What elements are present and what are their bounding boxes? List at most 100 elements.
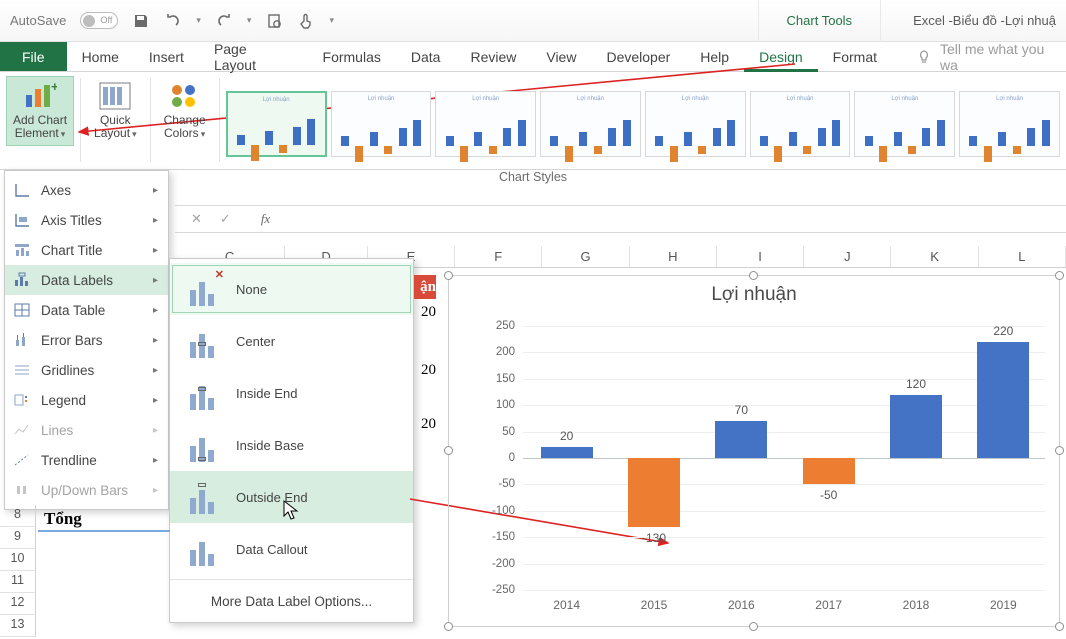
data-label-2016[interactable]: 70 <box>711 403 771 417</box>
data-label-2015[interactable]: -130 <box>624 531 684 545</box>
menu-chart-title[interactable]: Chart Title▸ <box>5 235 168 265</box>
data-labels-submenu: ✕ None Center Inside End Inside Base Out… <box>169 258 414 623</box>
data-labels-none[interactable]: ✕ None <box>170 263 413 315</box>
document-title: Excel -Biểu đồ -Lợi nhuậ <box>895 13 1056 28</box>
enter-icon[interactable]: ✓ <box>220 211 231 227</box>
bar-2015[interactable] <box>628 458 680 527</box>
chart-style-1[interactable]: Lợi nhuận <box>226 91 327 157</box>
autosave-label: AutoSave <box>10 13 66 28</box>
data-labels-outside-end[interactable]: Outside End <box>170 471 413 523</box>
row-headers: 8910 111213 <box>0 505 36 637</box>
bar-2016[interactable] <box>715 421 767 458</box>
lightbulb-icon <box>916 49 932 65</box>
chart-object[interactable]: Lợi nhuận -250-200-150-100-5005010015020… <box>448 275 1060 627</box>
resize-handle-se[interactable] <box>1055 622 1064 631</box>
redo-icon[interactable] <box>215 12 233 30</box>
bar-2019[interactable] <box>977 342 1029 458</box>
menu-trendline[interactable]: Trendline▸ <box>5 445 168 475</box>
data-label-2014[interactable]: 20 <box>537 429 597 443</box>
tab-data[interactable]: Data <box>396 42 456 71</box>
col-header-L[interactable]: L <box>979 246 1066 267</box>
tab-home[interactable]: Home <box>67 42 134 71</box>
tab-format[interactable]: Format <box>818 42 892 71</box>
add-chart-element-button[interactable]: + Add ChartElement▾ <box>6 76 74 146</box>
menu-legend[interactable]: Legend▸ <box>5 385 168 415</box>
menu-axis-titles[interactable]: Axis Titles▸ <box>5 205 168 235</box>
bar-2014[interactable] <box>541 447 593 458</box>
change-colors-button[interactable]: ChangeColors▾ <box>157 76 213 146</box>
tong-cell-border <box>38 530 170 532</box>
menu-error-bars[interactable]: Error Bars▸ <box>5 325 168 355</box>
formula-bar[interactable]: ✕ ✓ fx <box>175 205 1066 233</box>
menu-updown-bars: Up/Down Bars▸ <box>5 475 168 505</box>
add-chart-element-menu: Axes▸ Axis Titles▸ Chart Title▸ Data Lab… <box>4 170 169 510</box>
add-chart-element-icon: + <box>23 81 57 111</box>
col-header-I[interactable]: I <box>717 246 804 267</box>
tab-help[interactable]: Help <box>685 42 744 71</box>
bar-2017[interactable] <box>803 458 855 484</box>
chart-title[interactable]: Lợi nhuận <box>449 276 1059 310</box>
touch-mode-icon[interactable] <box>297 12 315 30</box>
tab-design[interactable]: Design <box>744 42 818 71</box>
undo-icon[interactable] <box>164 12 182 30</box>
category-2015: 2015 <box>609 598 699 612</box>
menu-lines: Lines▸ <box>5 415 168 445</box>
print-preview-icon[interactable] <box>265 12 283 30</box>
chart-style-3[interactable]: Lợi nhuận <box>435 91 536 157</box>
cancel-icon[interactable]: ✕ <box>191 211 202 227</box>
chart-style-5[interactable]: Lợi nhuận <box>645 91 746 157</box>
tab-view[interactable]: View <box>531 42 591 71</box>
tab-page-layout[interactable]: Page Layout <box>199 42 308 71</box>
menu-gridlines[interactable]: Gridlines▸ <box>5 355 168 385</box>
col-header-G[interactable]: G <box>542 246 629 267</box>
resize-handle-ne[interactable] <box>1055 271 1064 280</box>
col-header-H[interactable]: H <box>630 246 717 267</box>
resize-handle-sw[interactable] <box>444 622 453 631</box>
category-2017: 2017 <box>784 598 874 612</box>
autosave-toggle[interactable]: Off <box>80 12 118 29</box>
data-label-2019[interactable]: 220 <box>973 324 1033 338</box>
change-colors-icon <box>168 81 202 111</box>
menu-axes[interactable]: Axes▸ <box>5 175 168 205</box>
resize-handle-e[interactable] <box>1055 446 1064 455</box>
resize-handle-w[interactable] <box>444 446 453 455</box>
chart-style-7[interactable]: Lợi nhuận <box>854 91 955 157</box>
menu-data-table[interactable]: Data Table▸ <box>5 295 168 325</box>
tab-developer[interactable]: Developer <box>591 42 685 71</box>
col-header-J[interactable]: J <box>804 246 891 267</box>
data-labels-data-callout[interactable]: Data Callout <box>170 523 413 575</box>
col-header-K[interactable]: K <box>891 246 978 267</box>
tab-file[interactable]: File <box>0 42 67 71</box>
data-labels-inside-end[interactable]: Inside End <box>170 367 413 419</box>
more-data-label-options[interactable]: More Data Label Options... <box>170 584 413 618</box>
category-2014: 2014 <box>522 598 612 612</box>
data-label-2018[interactable]: 120 <box>886 377 946 391</box>
resize-handle-n[interactable] <box>749 271 758 280</box>
data-labels-inside-base[interactable]: Inside Base <box>170 419 413 471</box>
bar-2018[interactable] <box>890 395 942 458</box>
resize-handle-s[interactable] <box>749 622 758 631</box>
chart-style-6[interactable]: Lợi nhuận <box>750 91 851 157</box>
fx-label[interactable]: fx <box>247 211 270 227</box>
chart-style-2[interactable]: Lợi nhuận <box>331 91 432 157</box>
data-labels-center[interactable]: Center <box>170 315 413 367</box>
tab-insert[interactable]: Insert <box>134 42 199 71</box>
tab-formulas[interactable]: Formulas <box>308 42 396 71</box>
quick-layout-button[interactable]: QuickLayout▾ <box>87 76 144 146</box>
ribbon-design: + Add ChartElement▾ QuickLayout▾ ChangeC… <box>0 72 1066 170</box>
col-header-F[interactable]: F <box>455 246 542 267</box>
chart-styles-caption: Chart Styles <box>499 170 567 190</box>
tong-cell[interactable]: Tổng <box>44 509 82 529</box>
plot-area[interactable]: -250-200-150-100-50050100150200250202014… <box>477 326 1045 588</box>
ribbon-tabs: File Home Insert Page Layout Formulas Da… <box>0 42 1066 72</box>
menu-data-labels[interactable]: Data Labels▸ <box>5 265 168 295</box>
chart-styles-gallery[interactable]: Lợi nhuậnLợi nhuậnLợi nhuậnLợi nhuậnLợi … <box>220 72 1066 169</box>
category-2018: 2018 <box>871 598 961 612</box>
resize-handle-nw[interactable] <box>444 271 453 280</box>
data-label-2017[interactable]: -50 <box>799 488 859 502</box>
tab-review[interactable]: Review <box>455 42 531 71</box>
save-icon[interactable] <box>132 12 150 30</box>
tell-me-search[interactable]: Tell me what you wa <box>892 42 1066 71</box>
chart-style-8[interactable]: Lợi nhuận <box>959 91 1060 157</box>
chart-style-4[interactable]: Lợi nhuận <box>540 91 641 157</box>
